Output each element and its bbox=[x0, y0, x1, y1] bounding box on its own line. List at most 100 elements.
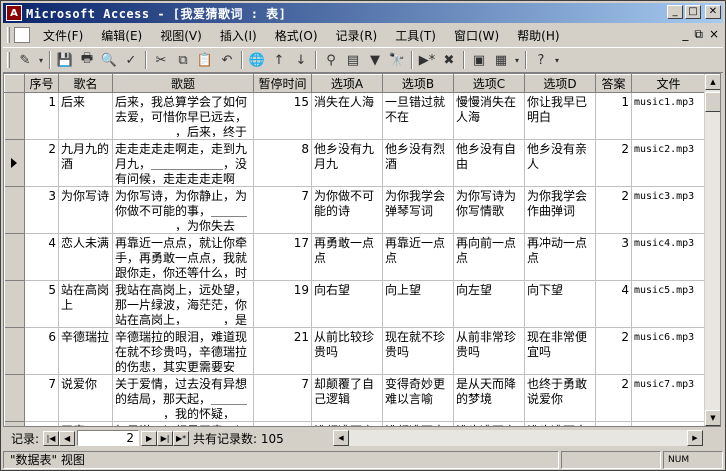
row-selector[interactable] bbox=[4, 139, 25, 187]
spelling-icon[interactable]: ✓ bbox=[120, 49, 142, 71]
table-row[interactable]: 4 恋人未满 再靠近一点点，就让你牵手，再勇敢一点点，我就跟你走，你还等什么，时 17… bbox=[4, 233, 706, 281]
table-cell[interactable]: 为你写诗，为你静止，为你做不可能的事，＿＿＿＿＿＿＿＿，为你失去 bbox=[112, 186, 254, 234]
table-cell[interactable]: 说爱你 bbox=[58, 374, 113, 422]
row-selector[interactable] bbox=[4, 186, 25, 234]
menu-item[interactable]: 编辑(E) bbox=[92, 27, 151, 44]
table-cell[interactable]: 却颠覆了自己逻辑 bbox=[311, 374, 383, 422]
table-cell[interactable]: 1 bbox=[24, 92, 59, 140]
menu-item[interactable]: 格式(O) bbox=[266, 27, 327, 44]
current-record-input[interactable]: 2 bbox=[77, 430, 140, 446]
table-cell[interactable]: music8.mp3 bbox=[631, 421, 706, 426]
print-icon[interactable]: 🖶 bbox=[76, 49, 98, 71]
menu-item[interactable]: 记录(R) bbox=[327, 27, 387, 44]
table-cell[interactable]: 7 bbox=[24, 374, 59, 422]
save-icon[interactable]: 💾 bbox=[54, 49, 76, 71]
column-header[interactable]: 选项C bbox=[453, 74, 525, 93]
table-row[interactable]: 6 辛德瑞拉 辛德瑞拉的眼泪，难道现在就不珍贵吗，辛德瑞拉的伤悲，其实更需要安 21 从… bbox=[4, 327, 706, 375]
table-cell[interactable]: 辛德瑞拉的眼泪，难道现在就不珍贵吗，辛德瑞拉的伤悲，其实更需要安 bbox=[112, 327, 254, 375]
table-cell[interactable]: 2 bbox=[595, 327, 632, 375]
table-row[interactable]: 1 后来 后来，我总算学会了如何去爱，可惜你早已远去，＿＿＿＿＿，后来，终于 15 消失… bbox=[4, 92, 706, 140]
table-cell[interactable]: 1 bbox=[595, 92, 632, 140]
table-cell[interactable]: 一旦错过就不在 bbox=[382, 92, 454, 140]
filter-by-form-icon[interactable]: ▤ bbox=[342, 49, 364, 71]
table-cell[interactable]: 站在高岗上 bbox=[58, 280, 113, 328]
table-cell[interactable]: 是从天而降的梦境 bbox=[453, 374, 525, 422]
table-cell[interactable]: 谁都逃不去 bbox=[382, 421, 454, 426]
table-cell[interactable]: 谁也逃不离 bbox=[453, 421, 525, 426]
cut-icon[interactable]: ✂ bbox=[150, 49, 172, 71]
new-record-icon[interactable]: ▶* bbox=[416, 49, 438, 71]
row-selector[interactable] bbox=[4, 280, 25, 328]
vertical-scrollbar[interactable]: ▲ ▼ bbox=[704, 74, 720, 426]
sort-ascending-icon[interactable]: ↑ bbox=[268, 49, 290, 71]
table-row[interactable]: 7 说爱你 关于爱情，过去没有异想的结局，那天起，＿＿＿＿＿＿＿，我的怀疑， 7 却颠覆… bbox=[4, 374, 706, 422]
minimize-button[interactable]: _ bbox=[667, 5, 683, 19]
table-cell[interactable]: 现在就不珍贵吗 bbox=[382, 327, 454, 375]
table-row[interactable]: 3 为你写诗 为你写诗，为你静止，为你做不可能的事，＿＿＿＿＿＿＿＿，为你失去 7 为你… bbox=[4, 186, 706, 234]
table-cell[interactable]: 从前比较珍贵吗 bbox=[311, 327, 383, 375]
table-cell[interactable]: music2.mp3 bbox=[631, 139, 706, 187]
table-cell[interactable]: 8 bbox=[253, 139, 312, 187]
table-cell[interactable]: 后来，我总算学会了如何去爱，可惜你早已远去，＿＿＿＿＿，后来，终于 bbox=[112, 92, 254, 140]
first-record-button[interactable]: |◀ bbox=[43, 430, 60, 446]
table-cell[interactable]: 4 bbox=[595, 280, 632, 328]
table-cell[interactable]: 为你做不可能的诗 bbox=[311, 186, 383, 234]
menu-grip[interactable] bbox=[7, 27, 10, 43]
column-header[interactable]: 文件 bbox=[631, 74, 706, 93]
table-cell[interactable]: 天意 bbox=[58, 421, 113, 426]
column-header[interactable]: 序号 bbox=[24, 74, 59, 93]
scroll-down-button[interactable]: ▼ bbox=[705, 410, 720, 426]
column-header[interactable]: 选项B bbox=[382, 74, 454, 93]
menu-item[interactable]: 工具(T) bbox=[386, 27, 445, 44]
table-cell[interactable]: 再冲动一点点 bbox=[524, 233, 596, 281]
table-cell[interactable]: 2 bbox=[595, 139, 632, 187]
table-cell[interactable]: music5.mp3 bbox=[631, 280, 706, 328]
menu-item[interactable]: 文件(F) bbox=[34, 27, 92, 44]
table-cell[interactable]: 19 bbox=[253, 280, 312, 328]
table-cell[interactable]: 再向前一点点 bbox=[453, 233, 525, 281]
table-cell[interactable]: 他乡没有自由 bbox=[453, 139, 525, 187]
table-cell[interactable]: music7.mp3 bbox=[631, 374, 706, 422]
table-cell[interactable]: 4 bbox=[24, 233, 59, 281]
paste-icon[interactable]: 📋 bbox=[194, 49, 216, 71]
table-cell[interactable]: 8 bbox=[24, 421, 59, 426]
table-cell[interactable]: 谁都逃不离 bbox=[311, 421, 383, 426]
table-cell[interactable]: music4.mp3 bbox=[631, 233, 706, 281]
hyperlink-icon[interactable]: 🌐 bbox=[246, 49, 268, 71]
table-cell[interactable]: 为你写诗为你写情歌 bbox=[453, 186, 525, 234]
table-cell[interactable]: 7 bbox=[253, 186, 312, 234]
row-selector[interactable] bbox=[4, 374, 25, 422]
table-cell[interactable]: 辛德瑞拉 bbox=[58, 327, 113, 375]
column-header[interactable]: 选项D bbox=[524, 74, 596, 93]
new-object-icon[interactable]: ▦ bbox=[490, 49, 512, 71]
last-record-button[interactable]: ▶| bbox=[157, 430, 174, 446]
table-cell[interactable]: 慢慢消失在人海 bbox=[453, 92, 525, 140]
table-cell[interactable]: 如果说一切都是天意一切 bbox=[112, 421, 254, 426]
dropdown-arrow-icon[interactable]: ▾ bbox=[36, 49, 46, 71]
dropdown-arrow-icon[interactable]: ▾ bbox=[552, 49, 562, 71]
table-cell[interactable]: music6.mp3 bbox=[631, 327, 706, 375]
table-cell[interactable]: 5 bbox=[24, 280, 59, 328]
table-cell[interactable]: 3 bbox=[595, 233, 632, 281]
table-row[interactable]: 2 九月九的酒 走走走走走啊走，走到九月九，＿＿＿＿＿＿，没有问候，走走走走走啊 8 他… bbox=[4, 139, 706, 187]
table-cell[interactable]: 消失在人海 bbox=[311, 92, 383, 140]
row-selector-header[interactable] bbox=[4, 74, 25, 93]
table-cell[interactable]: 向上望 bbox=[382, 280, 454, 328]
column-header[interactable]: 歌题 bbox=[112, 74, 254, 93]
design-view-icon[interactable]: ✎ bbox=[14, 49, 36, 71]
mdi-minimize-button[interactable]: _ bbox=[682, 27, 688, 42]
table-row[interactable]: 5 站在高岗上 我站在高岗上，远处望，那一片绿波，海茫茫，你站在高岗上，＿＿＿，是 1… bbox=[4, 280, 706, 328]
table-cell[interactable]: 为你我学会作曲弹词 bbox=[524, 186, 596, 234]
table-cell[interactable]: 3 bbox=[595, 421, 632, 426]
scroll-up-button[interactable]: ▲ bbox=[705, 74, 720, 90]
menu-item[interactable]: 窗口(W) bbox=[445, 27, 508, 44]
column-header[interactable]: 歌名 bbox=[58, 74, 113, 93]
table-cell[interactable]: 再靠近一点点，就让你牵手，再勇敢一点点，我就跟你走，你还等什么，时 bbox=[112, 233, 254, 281]
delete-record-icon[interactable]: ✖ bbox=[438, 49, 460, 71]
row-selector[interactable] bbox=[4, 92, 25, 140]
menu-item[interactable]: 视图(V) bbox=[151, 27, 211, 44]
table-menu-icon[interactable] bbox=[14, 27, 30, 43]
table-cell[interactable]: 2 bbox=[595, 186, 632, 234]
close-button[interactable]: ✕ bbox=[705, 5, 721, 19]
help-icon[interactable]: ? bbox=[530, 49, 552, 71]
